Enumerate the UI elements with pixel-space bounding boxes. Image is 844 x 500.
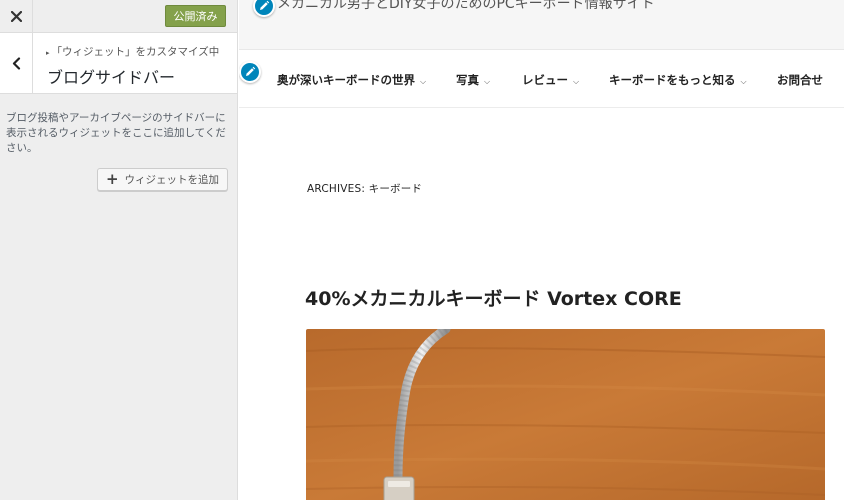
chevron-down-icon: ⌵: [740, 77, 747, 86]
site-header: メカニカル男子とDIY女子のためのPCキーボード情報サイト: [239, 0, 844, 50]
post-title-link[interactable]: 40%メカニカルキーボード Vortex CORE: [305, 284, 682, 311]
site-tagline: メカニカル男子とDIY女子のためのPCキーボード情報サイト: [277, 0, 655, 12]
site-preview: メカニカル男子とDIY女子のためのPCキーボード情報サイト 奥が深いキーボードの…: [239, 0, 844, 500]
back-button[interactable]: [0, 33, 33, 93]
nav-item-label: レビュー: [522, 73, 568, 87]
customizer-sidebar: 公開済み ▸ 「ウィジェット」をカスタマイズ中 ブログサイドバー ブログ投稿やアー…: [0, 0, 238, 500]
chevron-down-icon: ⌵: [420, 77, 427, 86]
customizer-header: 公開済み: [0, 0, 237, 33]
add-widget-label: ウィジェットを追加: [124, 174, 220, 186]
breadcrumb-caret-icon: ▸: [46, 49, 50, 57]
chevron-down-icon: ⌵: [573, 77, 580, 86]
main-navigation: 奥が深いキーボードの世界 ⌵ 写真 ⌵ レビュー ⌵ キーボードをもっと知る ⌵ お問合…: [239, 51, 844, 108]
breadcrumb-text: 「ウィジェット」をカスタマイズ中: [51, 46, 220, 58]
publish-button[interactable]: 公開済み: [165, 5, 226, 27]
nav-item-photos[interactable]: 写真 ⌵: [456, 72, 490, 88]
nav-item-learn-more[interactable]: キーボードをもっと知る ⌵: [609, 72, 747, 88]
nav-item-label: お問合せ: [777, 73, 823, 87]
section-header: ▸ 「ウィジェット」をカスタマイズ中 ブログサイドバー: [0, 33, 237, 94]
nav-item-keyboard-world[interactable]: 奥が深いキーボードの世界 ⌵: [277, 72, 426, 88]
nav-item-label: 奥が深いキーボードの世界: [277, 73, 415, 87]
pencil-icon: [246, 66, 256, 76]
keyboard-cable-photo: [306, 329, 825, 500]
add-widget-button[interactable]: + ウィジェットを追加: [97, 168, 228, 191]
nav-item-label: キーボードをもっと知る: [609, 73, 736, 87]
section-description: ブログ投稿やアーカイブページのサイドバーに表示されるウィジェットをここに追加して…: [6, 112, 226, 154]
pencil-icon: [260, 0, 270, 11]
nav-item-label: 写真: [456, 73, 479, 87]
archive-title: ARCHIVES: キーボード: [307, 183, 423, 195]
chevron-down-icon: ⌵: [484, 77, 491, 86]
edit-menu-shortcut[interactable]: [239, 61, 261, 83]
featured-image[interactable]: [306, 329, 825, 500]
close-icon: [10, 11, 22, 22]
nav-item-reviews[interactable]: レビュー ⌵: [522, 72, 579, 88]
close-customizer-button[interactable]: [0, 0, 33, 33]
section-title: ブログサイドバー: [47, 68, 176, 87]
plus-icon: +: [105, 170, 119, 188]
breadcrumb: ▸ 「ウィジェット」をカスタマイズ中: [46, 44, 219, 59]
chevron-left-icon: [12, 56, 20, 70]
nav-item-contact[interactable]: お問合せ: [777, 72, 823, 88]
